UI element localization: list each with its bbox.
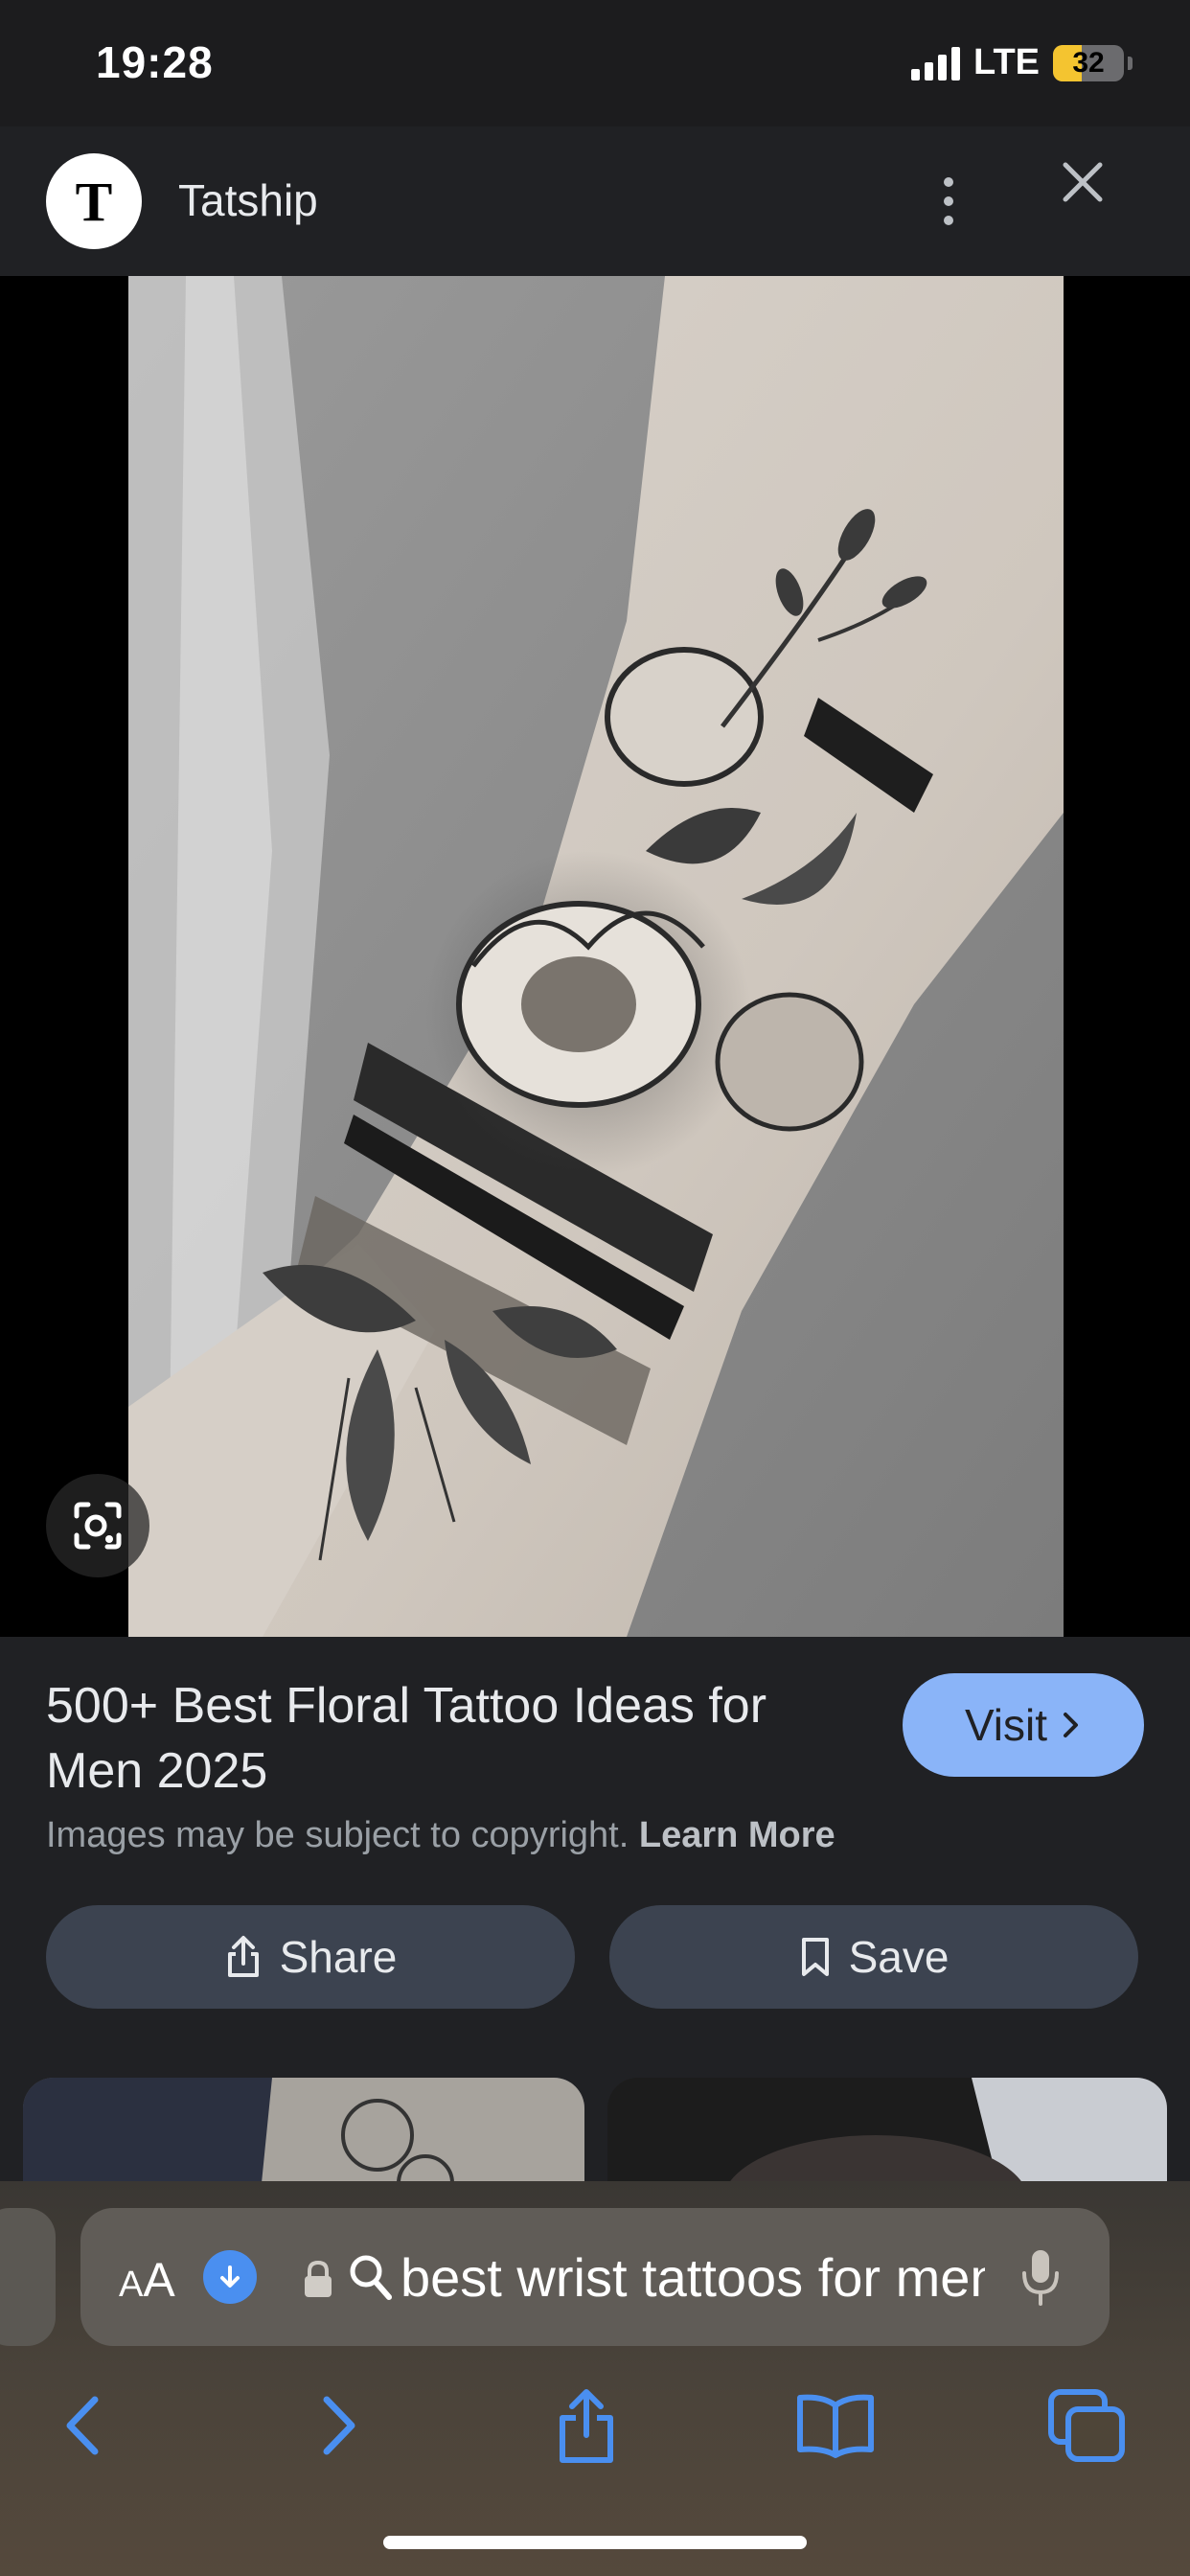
more-options-icon[interactable] (920, 155, 977, 247)
learn-more-link[interactable]: Learn More (639, 1815, 835, 1855)
chevron-left-icon (66, 2396, 99, 2455)
copyright-text: Images may be subject to copyright. (46, 1815, 629, 1855)
chevron-right-icon (323, 2396, 355, 2455)
image-viewer-header: T Tatship (0, 126, 1190, 276)
tabs-button[interactable] (1039, 2373, 1134, 2478)
visual-search-button[interactable] (46, 1474, 149, 1577)
result-title[interactable]: 500+ Best Floral Tattoo Ideas for Men 20… (46, 1673, 870, 1804)
chevron-right-icon (1064, 1713, 1079, 1737)
aa-small: A (119, 2265, 144, 2305)
visit-label: Visit (964, 1700, 1048, 1750)
save-button[interactable]: Save (609, 1905, 1138, 2009)
page-settings-button[interactable]: AA (119, 2252, 175, 2308)
share-icon (227, 1936, 259, 1977)
share-label: Share (279, 1932, 398, 1982)
site-logo[interactable]: T (46, 153, 142, 249)
tabs-icon (1048, 2389, 1125, 2462)
microphone-icon[interactable] (1019, 2246, 1062, 2310)
lock-icon (305, 2260, 332, 2297)
arrow-down-icon (220, 2266, 240, 2288)
book-icon (797, 2394, 874, 2458)
save-label: Save (848, 1932, 950, 1982)
battery-tip (1128, 56, 1133, 70)
status-bar: 19:28 LTE 32 (0, 0, 1190, 126)
status-indicators: LTE 32 (911, 42, 1133, 83)
aa-large: A (143, 2253, 175, 2307)
previous-tab-preview[interactable] (0, 2208, 56, 2346)
tattoo-photo[interactable] (128, 276, 1064, 1637)
share-page-button[interactable] (538, 2373, 634, 2478)
close-icon[interactable] (1054, 153, 1111, 211)
search-query[interactable]: best wrist tattoos for men (400, 2246, 985, 2308)
cellular-signal-icon (911, 46, 961, 80)
back-button[interactable] (34, 2373, 130, 2478)
battery-level: 32 (1072, 46, 1105, 79)
download-icon[interactable] (203, 2250, 257, 2304)
image-preview-area (0, 276, 1190, 1637)
visit-button[interactable]: Visit (903, 1673, 1144, 1777)
search-icon (350, 2255, 392, 2300)
bookmarks-button[interactable] (788, 2373, 883, 2478)
forward-button[interactable] (291, 2373, 387, 2478)
bookmark-icon (801, 1938, 829, 1976)
result-info-panel: 500+ Best Floral Tattoo Ideas for Men 20… (0, 1637, 1190, 2269)
network-type: LTE (973, 42, 1040, 82)
google-lens-icon (74, 1502, 122, 1550)
battery-icon: 32 (1053, 44, 1124, 81)
status-time: 19:28 (96, 37, 214, 87)
share-button[interactable]: Share (46, 1905, 575, 2009)
address-bar[interactable]: AA best wrist tattoos for men (80, 2208, 1110, 2346)
site-name[interactable]: Tatship (178, 174, 318, 226)
copyright-notice: Images may be subject to copyright. Lear… (46, 1815, 835, 1856)
share-icon (560, 2389, 613, 2463)
home-indicator (383, 2536, 807, 2549)
browser-toolbar: AA best wrist tattoos for men (0, 2181, 1190, 2576)
